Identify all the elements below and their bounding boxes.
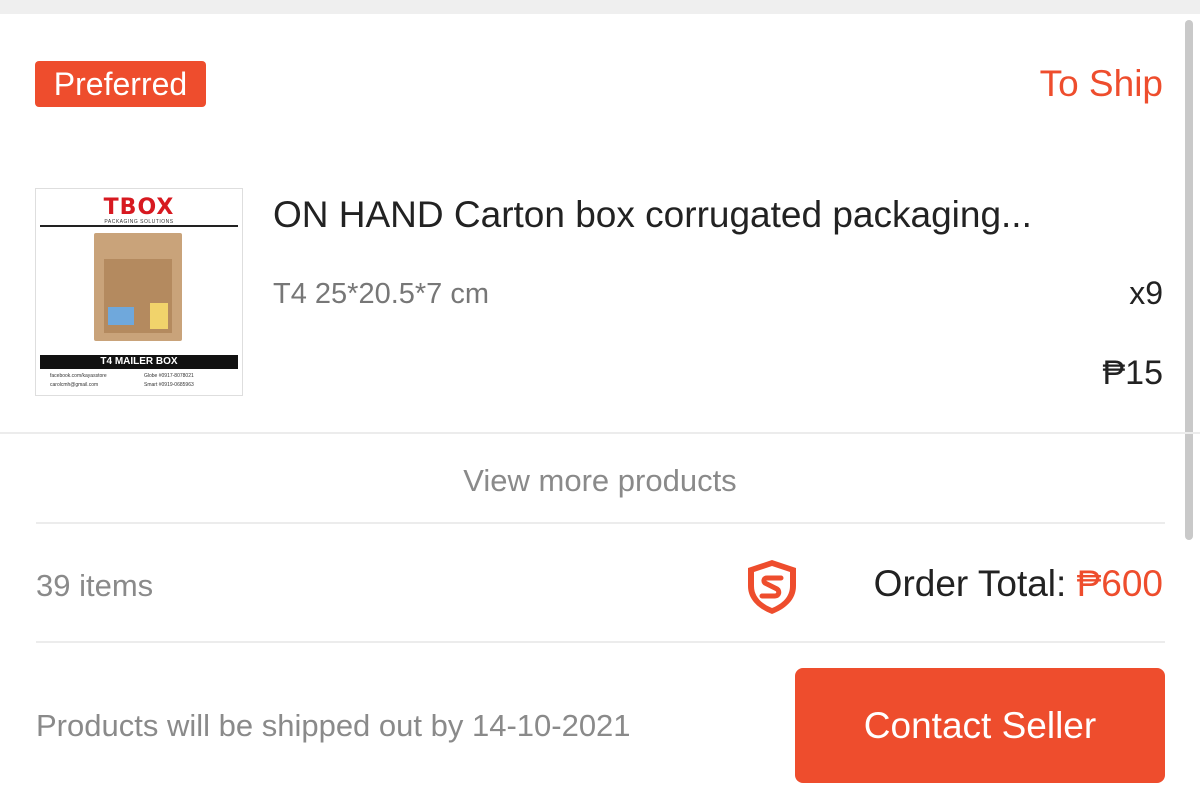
thumbnail-brand: TBOX <box>103 195 175 220</box>
order-total-amount: ₱600 <box>1076 563 1163 604</box>
contact-seller-button[interactable]: Contact Seller <box>795 668 1165 783</box>
product-variant: T4 25*20.5*7 cm <box>273 278 490 310</box>
divider <box>0 432 1200 434</box>
thumbnail-contact-facebook: facebook.com/kayasstore <box>50 373 107 379</box>
thumbnail-brand-line <box>40 225 238 227</box>
divider <box>36 522 1165 524</box>
product-thumbnail[interactable]: TBOX PACKAGING SOLUTIONS T4 MAILER BOX f… <box>35 188 243 396</box>
thumbnail-card-blue <box>108 307 134 325</box>
items-count: 39 items <box>36 568 154 603</box>
divider <box>36 641 1165 643</box>
order-status: To Ship <box>1039 63 1163 104</box>
thumbnail-contact-globe: Globe #0917-8078021 <box>144 373 194 379</box>
preferred-badge: Preferred <box>35 61 206 107</box>
thumbnail-label: T4 MAILER BOX <box>40 355 238 369</box>
thumbnail-contact-smart: Smart #0919-0685963 <box>144 382 194 388</box>
product-title[interactable]: ON HAND Carton box corrugated packaging.… <box>273 192 1133 238</box>
view-more-products-link[interactable]: View more products <box>0 461 1200 501</box>
ship-out-note: Products will be shipped out by 14-10-20… <box>36 708 631 743</box>
order-total-label: Order Total: <box>873 563 1077 604</box>
order-total: Order Total: ₱600 <box>874 562 1163 606</box>
top-band <box>0 0 1200 14</box>
product-quantity: x9 <box>1129 275 1163 311</box>
thumbnail-contact-email: carolcmh@gmail.com <box>50 382 99 388</box>
shopee-guarantee-shield-icon <box>748 560 796 614</box>
product-price: ₱15 <box>1102 354 1164 392</box>
thumbnail-card-yellow <box>150 303 168 329</box>
